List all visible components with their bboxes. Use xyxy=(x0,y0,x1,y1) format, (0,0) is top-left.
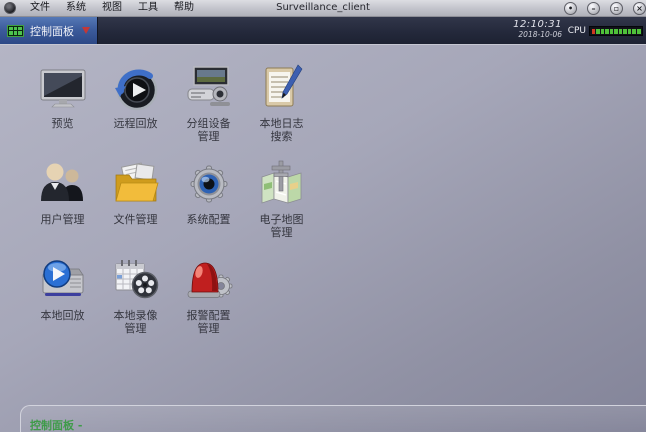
clock-date: 2018-10-06 xyxy=(513,30,562,40)
window-minimize-button[interactable]: – xyxy=(587,2,600,15)
local-record-icon xyxy=(111,253,161,307)
emap-icon xyxy=(257,157,307,211)
cpu-label: CPU xyxy=(568,26,586,36)
menu-help[interactable]: 帮助 xyxy=(166,0,202,16)
menu-tools[interactable]: 工具 xyxy=(130,0,166,16)
app-grid-row-1: 预览 远程回放 xyxy=(26,61,318,157)
window-close-button[interactable]: × xyxy=(633,2,646,15)
tab-control-panel[interactable]: 控制面板 xyxy=(0,17,98,44)
user-management-icon xyxy=(38,157,88,211)
app-emap-management[interactable]: 电子地图 管理 xyxy=(245,157,318,253)
app-grid: 预览 远程回放 xyxy=(26,61,318,349)
control-panel-icon xyxy=(7,25,24,37)
app-local-log-search[interactable]: 本地日志 搜索 xyxy=(245,61,318,157)
clock-time: 12:10:31 xyxy=(513,20,562,30)
window-controls: • – ▫ × xyxy=(564,2,646,15)
app-group-device-management[interactable]: 分组设备 管理 xyxy=(172,61,245,157)
tab-close-marker-icon[interactable] xyxy=(82,27,90,34)
app-user-management[interactable]: 用户管理 xyxy=(26,157,99,253)
app-grid-row-3: 本地回放 xyxy=(26,253,318,349)
app-label: 预览 xyxy=(52,117,74,130)
app-preview[interactable]: 预览 xyxy=(26,61,99,157)
menu-file[interactable]: 文件 xyxy=(22,0,58,16)
app-file-management[interactable]: 文件管理 xyxy=(99,157,172,253)
local-playback-icon xyxy=(38,253,88,307)
app-label: 本地回放 xyxy=(41,309,85,322)
log-search-icon xyxy=(257,61,307,115)
tab-bar: 控制面板 12:10:31 2018-10-06 CPU xyxy=(0,17,646,44)
tab-label: 控制面板 xyxy=(30,23,74,39)
window-shade-button[interactable]: • xyxy=(564,2,577,15)
app-local-record-management[interactable]: 本地录像 管理 xyxy=(99,253,172,349)
group-device-icon xyxy=(184,61,234,115)
remote-playback-icon xyxy=(111,61,161,115)
file-management-icon xyxy=(111,157,161,211)
system-config-icon xyxy=(184,157,234,211)
app-alarm-config-management[interactable]: 报警配置 管理 xyxy=(172,253,245,349)
menu-bar: 文件 系统 视图 工具 帮助 Surveillance_client • – ▫… xyxy=(0,0,646,17)
footer-panel: 控制面板 - xyxy=(20,405,646,432)
app-label: 分组设备 管理 xyxy=(187,117,231,143)
footer-control-panel-toggle[interactable]: 控制面板 - xyxy=(30,417,82,432)
window-maximize-button[interactable]: ▫ xyxy=(610,2,623,15)
app-logo-icon[interactable] xyxy=(4,2,16,14)
surveillance-client-window: 文件 系统 视图 工具 帮助 Surveillance_client • – ▫… xyxy=(0,0,646,432)
cpu-meter xyxy=(589,26,643,36)
app-label: 文件管理 xyxy=(114,213,158,226)
app-label: 本地录像 管理 xyxy=(114,309,158,335)
app-remote-playback[interactable]: 远程回放 xyxy=(99,61,172,157)
menu-view[interactable]: 视图 xyxy=(94,0,130,16)
app-local-playback[interactable]: 本地回放 xyxy=(26,253,99,349)
app-label: 系统配置 xyxy=(187,213,231,226)
app-label: 本地日志 搜索 xyxy=(260,117,304,143)
app-label: 用户管理 xyxy=(41,213,85,226)
clock: 12:10:31 2018-10-06 xyxy=(513,20,562,40)
app-label: 报警配置 管理 xyxy=(187,309,231,335)
app-grid-row-2: 用户管理 xyxy=(26,157,318,253)
window-title: Surveillance_client xyxy=(276,2,370,13)
menu-system[interactable]: 系统 xyxy=(58,0,94,16)
control-panel-desktop: 预览 远程回放 xyxy=(0,44,646,432)
alarm-config-icon xyxy=(184,253,234,307)
app-label: 电子地图 管理 xyxy=(260,213,304,239)
app-label: 远程回放 xyxy=(114,117,158,130)
preview-monitor-icon xyxy=(38,61,88,115)
app-system-config[interactable]: 系统配置 xyxy=(172,157,245,253)
